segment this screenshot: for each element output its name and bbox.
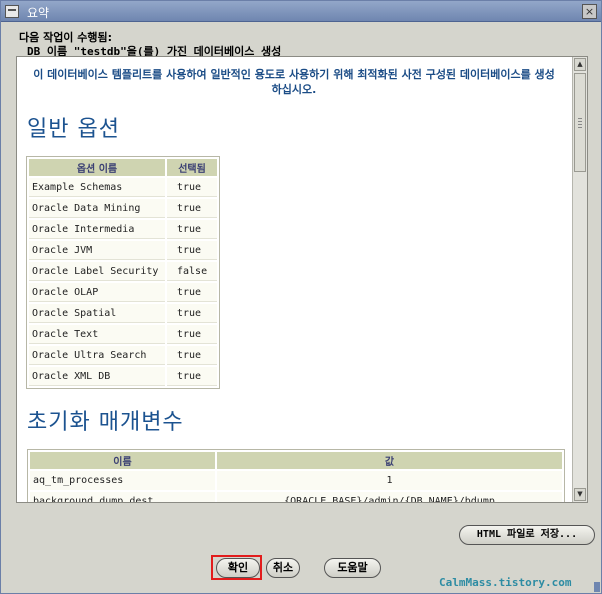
summary-scroll-pane[interactable]: 이 데이터베이스 템플리트를 사용하여 일반적인 용도로 사용하기 위해 최적화… — [16, 56, 588, 503]
table-row: Oracle Data Mining true — [29, 199, 217, 218]
table-row: Oracle Ultra Search true — [29, 346, 217, 365]
param-value: 1 — [217, 471, 562, 490]
param-name: background_dump_dest — [30, 492, 215, 502]
option-name: Oracle Intermedia — [29, 220, 165, 239]
param-value: {ORACLE_BASE}/admin/{DB_NAME}/bdump — [217, 492, 562, 502]
window-title: 요약 — [27, 6, 50, 20]
table-row: Oracle Intermedia true — [29, 220, 217, 239]
help-button[interactable]: 도움말 — [324, 558, 381, 578]
option-name: Oracle Text — [29, 325, 165, 344]
scroll-down-icon[interactable]: ▼ — [574, 488, 586, 501]
scroll-up-icon[interactable]: ▲ — [574, 58, 586, 71]
cancel-button[interactable]: 취소 — [266, 558, 300, 578]
table-row: Oracle XML DB true — [29, 367, 217, 386]
option-name: Oracle OLAP — [29, 283, 165, 302]
save-as-html-button[interactable]: HTML 파일로 저장... — [459, 525, 595, 545]
table-row: background_dump_dest {ORACLE_BASE}/admin/… — [30, 492, 562, 502]
column-header-name: 이름 — [30, 452, 215, 469]
option-name: Oracle XML DB — [29, 367, 165, 386]
option-selected: true — [167, 346, 217, 365]
column-header-selected: 선택됨 — [167, 159, 217, 176]
table-row: Oracle Spatial true — [29, 304, 217, 323]
vertical-scrollbar[interactable]: ▲ ▼ — [572, 57, 587, 502]
option-name: Oracle Data Mining — [29, 199, 165, 218]
option-selected: false — [167, 262, 217, 281]
resize-grip[interactable] — [594, 582, 600, 592]
option-selected: true — [167, 199, 217, 218]
summary-dialog: 요약 × 다음 작업이 수행됨: DB 이름 "testdb"을(를) 가진 데… — [0, 0, 602, 594]
param-name: aq_tm_processes — [30, 471, 215, 490]
option-selected: true — [167, 304, 217, 323]
table-row: Oracle Label Security false — [29, 262, 217, 281]
options-table: 옵션 이름 선택됨 Example Schemas true Oracle Dat… — [26, 156, 220, 389]
grip-icon — [578, 118, 582, 130]
template-description: 이 데이터베이스 템플리트를 사용하여 일반적인 용도로 사용하기 위해 최적화… — [33, 68, 555, 96]
table-row: Oracle OLAP true — [29, 283, 217, 302]
ok-button[interactable]: 확인 — [216, 558, 260, 578]
window-menu-icon[interactable] — [5, 5, 19, 18]
section-title-init-params: 초기화 매개변수 — [27, 410, 184, 435]
init-params-table: 이름 값 aq_tm_processes 1 background_dump_de… — [27, 449, 565, 502]
close-icon[interactable]: × — [582, 4, 597, 19]
section-title-general-options: 일반 옵션 — [27, 117, 120, 142]
option-selected: true — [167, 367, 217, 386]
summary-content: 이 데이터베이스 템플리트를 사용하여 일반적인 용도로 사용하기 위해 최적화… — [17, 57, 573, 502]
option-name: Example Schemas — [29, 178, 165, 197]
option-name: Oracle Label Security — [29, 262, 165, 281]
option-selected: true — [167, 178, 217, 197]
option-selected: true — [167, 220, 217, 239]
column-header-option-name: 옵션 이름 — [29, 159, 165, 176]
watermark-text: CalmMass.tistory.com — [439, 576, 572, 589]
table-row: aq_tm_processes 1 — [30, 471, 562, 490]
column-header-value: 값 — [217, 452, 562, 469]
option-selected: true — [167, 241, 217, 260]
table-row: Oracle JVM true — [29, 241, 217, 260]
table-row: Oracle Text true — [29, 325, 217, 344]
table-row: Example Schemas true — [29, 178, 217, 197]
option-name: Oracle Spatial — [29, 304, 165, 323]
title-bar[interactable]: 요약 × — [1, 1, 601, 22]
option-name: Oracle JVM — [29, 241, 165, 260]
scrollbar-thumb[interactable] — [574, 73, 586, 172]
option-selected: true — [167, 325, 217, 344]
option-selected: true — [167, 283, 217, 302]
option-name: Oracle Ultra Search — [29, 346, 165, 365]
